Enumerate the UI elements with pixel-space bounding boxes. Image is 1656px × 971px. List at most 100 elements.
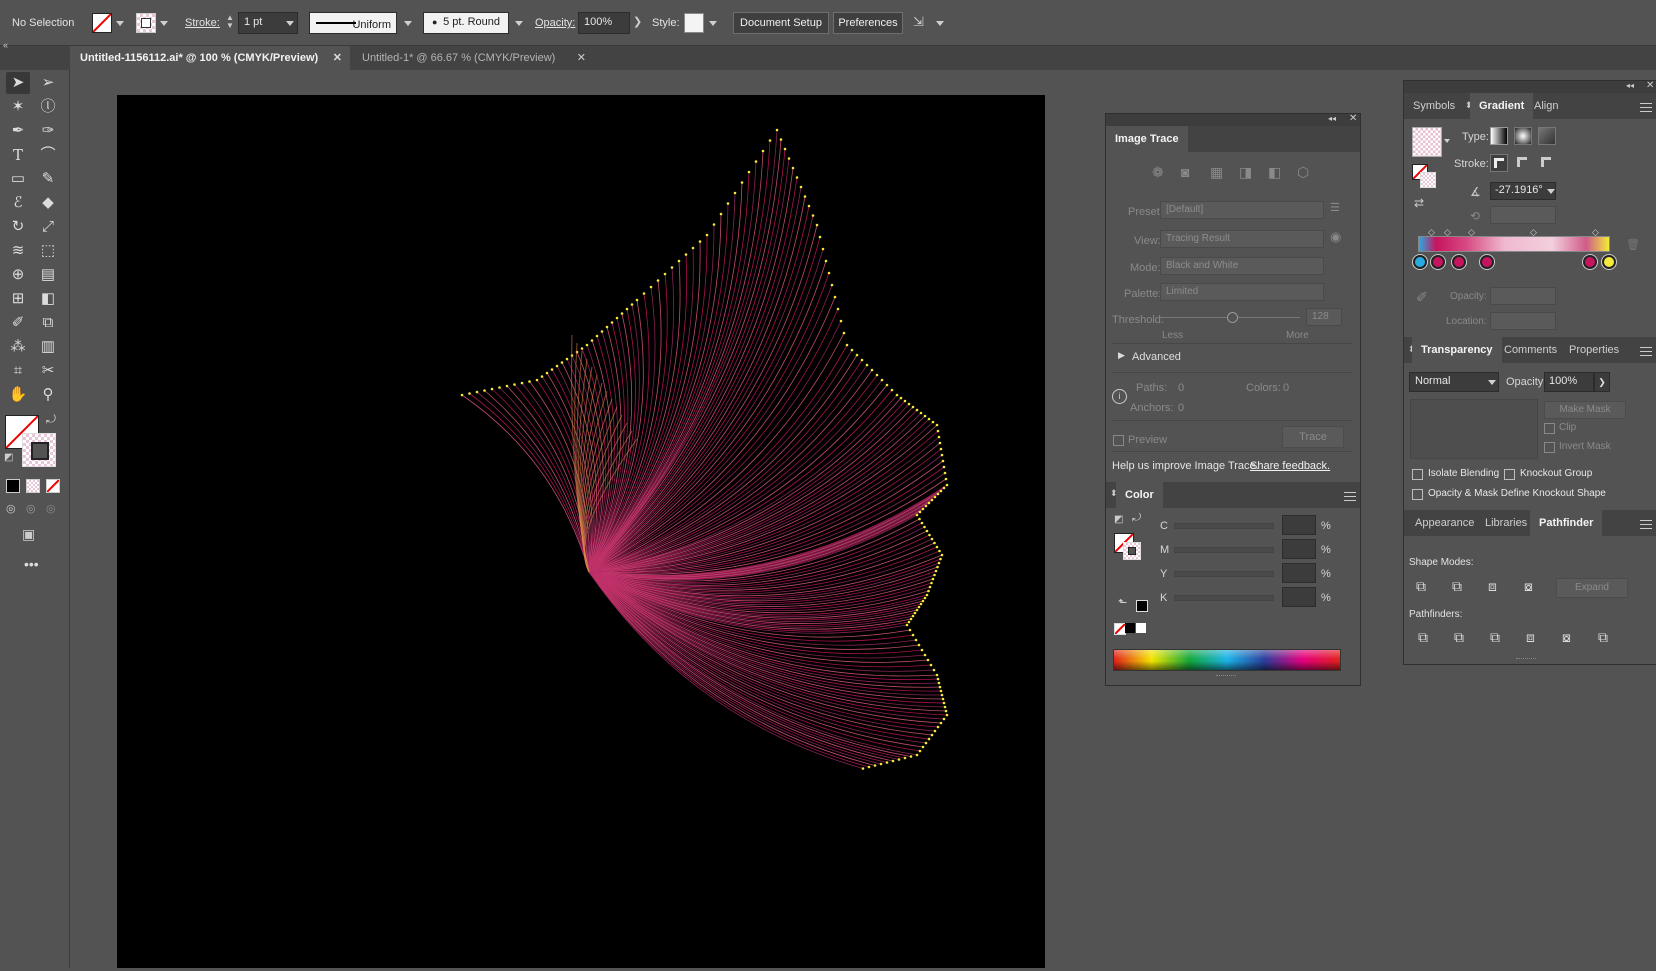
stroke-swatch[interactable] — [136, 13, 156, 33]
high-color-icon[interactable]: ◙ — [1181, 164, 1189, 180]
eraser-icon[interactable]: ◆ — [36, 192, 60, 214]
line-tool-icon[interactable]: ⌒ — [36, 144, 60, 166]
resize-grip[interactable] — [1216, 675, 1236, 676]
gradient-preview-swatch[interactable] — [1412, 127, 1442, 157]
tab-gradient[interactable]: Gradient — [1470, 93, 1534, 119]
clip-checkbox[interactable] — [1544, 423, 1555, 434]
auto-color-icon[interactable]: ❁ — [1152, 164, 1164, 181]
stroke-across-icon[interactable] — [1538, 154, 1556, 172]
gradient-stop[interactable] — [1583, 255, 1597, 269]
chevron-down-icon[interactable] — [936, 21, 944, 26]
advanced-label[interactable]: Advanced — [1132, 351, 1181, 363]
m-input[interactable] — [1282, 539, 1316, 559]
stroke-along-icon[interactable] — [1514, 154, 1532, 172]
share-feedback-link[interactable]: Share feedback. — [1250, 460, 1330, 472]
color-spectrum[interactable] — [1113, 649, 1341, 671]
symbol-sprayer-icon[interactable]: ⁂ — [6, 336, 30, 358]
isolate-blending-checkbox[interactable] — [1412, 469, 1423, 480]
midpoint-icon[interactable]: ◇ — [1444, 227, 1451, 238]
eyedropper-icon[interactable]: ✐ — [6, 312, 30, 334]
m-slider[interactable] — [1174, 547, 1274, 553]
outline-icon[interactable]: ⧇ — [1562, 629, 1571, 646]
panel-menu-icon[interactable] — [1640, 520, 1652, 529]
artboard-canvas[interactable] — [117, 95, 1045, 968]
location-input[interactable] — [1490, 312, 1556, 330]
low-color-icon[interactable]: ▦ — [1210, 164, 1223, 181]
tab-transparency[interactable]: Transparency — [1412, 337, 1502, 363]
chevron-down-icon[interactable] — [515, 21, 523, 26]
free-transform-icon[interactable]: ⬚ — [36, 240, 60, 262]
knockout-group-checkbox[interactable] — [1504, 469, 1515, 480]
view-select[interactable]: Tracing Result — [1160, 230, 1324, 248]
crop-icon[interactable]: ⧈ — [1526, 629, 1535, 646]
direct-selection-tool-icon[interactable]: ➢ — [36, 72, 60, 94]
unite-icon[interactable]: ⧉ — [1416, 578, 1426, 595]
collapse-panel-icon[interactable]: ◂◂ — [1626, 81, 1634, 90]
column-graph-icon[interactable]: ▥ — [36, 336, 60, 358]
default-colors-icon[interactable]: ◩ — [1114, 514, 1123, 525]
white-quick-swatch[interactable] — [1136, 623, 1146, 633]
color-stroke-swatch[interactable] — [1123, 542, 1141, 560]
chevron-down-icon[interactable] — [1444, 139, 1450, 143]
midpoint-icon[interactable]: ◇ — [1428, 227, 1435, 238]
trace-button[interactable]: Trace — [1282, 426, 1344, 448]
outline-icon[interactable]: ⬡ — [1297, 164, 1309, 181]
expand-button[interactable]: Expand — [1556, 578, 1628, 598]
lasso-icon[interactable]: ⓛ — [36, 96, 60, 118]
intersect-icon[interactable]: ⧈ — [1488, 578, 1497, 595]
document-setup-button[interactable]: Document Setup — [733, 12, 829, 34]
chevron-down-icon[interactable] — [1488, 380, 1496, 385]
threshold-value[interactable]: 128 — [1306, 308, 1342, 326]
tab-libraries[interactable]: Libraries — [1476, 510, 1536, 536]
magic-wand-icon[interactable]: ✶ — [6, 96, 30, 118]
close-icon[interactable]: ✕ — [577, 46, 586, 70]
merge-icon[interactable]: ⧉ — [1490, 629, 1500, 646]
trim-icon[interactable]: ⧉ — [1454, 629, 1464, 646]
swap-fill-stroke-icon[interactable]: ⤾ — [46, 412, 56, 427]
close-icon[interactable]: ✕ — [1349, 113, 1357, 124]
scale-tool-icon[interactable]: ⤢ — [36, 216, 60, 238]
invert-mask-checkbox[interactable] — [1544, 442, 1555, 453]
chevron-right-icon[interactable]: ❯ — [1594, 372, 1610, 392]
tab-untitled-1[interactable]: Untitled-1* @ 66.67 % (CMYK/Preview) ✕ — [352, 46, 592, 70]
color-mode-icon[interactable] — [6, 479, 20, 493]
preferences-button[interactable]: Preferences — [833, 12, 903, 34]
black-white-icon[interactable]: ◧ — [1268, 164, 1281, 181]
tab-image-trace[interactable]: Image Trace — [1106, 126, 1188, 152]
chevron-down-icon[interactable] — [116, 21, 124, 26]
rotate-tool-icon[interactable]: ↻ — [6, 216, 30, 238]
trash-icon[interactable]: 🗑 — [1626, 238, 1640, 251]
gradient-slider[interactable] — [1418, 236, 1610, 252]
slice-tool-icon[interactable]: ✂ — [36, 360, 60, 382]
black-quick-swatch[interactable] — [1125, 623, 1135, 633]
eyedropper-icon[interactable]: ✐ — [1416, 289, 1428, 306]
opacity-input[interactable]: 100% — [578, 12, 630, 34]
artboard-tool-icon[interactable]: ⌗ — [6, 360, 30, 382]
opacity-mask-knockout-checkbox[interactable] — [1412, 489, 1423, 500]
resize-grip[interactable] — [1516, 658, 1536, 659]
collapse-panel-icon[interactable]: ◂◂ — [1328, 114, 1336, 123]
draw-normal-icon[interactable]: ◎ — [6, 502, 16, 515]
c-slider[interactable] — [1174, 523, 1274, 529]
make-mask-button[interactable]: Make Mask — [1544, 401, 1626, 419]
stroke-proxy[interactable] — [22, 433, 56, 467]
midpoint-icon[interactable]: ◇ — [1530, 227, 1537, 238]
arrange-documents-icon[interactable]: ⇲ — [913, 14, 924, 30]
threshold-thumb[interactable] — [1227, 312, 1238, 323]
draw-behind-icon[interactable]: ◎ — [26, 502, 36, 515]
chevron-right-icon[interactable]: ❯ — [633, 15, 642, 28]
preview-checkbox[interactable] — [1113, 435, 1124, 446]
draw-inside-icon[interactable]: ◎ — [46, 502, 56, 515]
y-slider[interactable] — [1174, 571, 1274, 577]
pen-tool-icon[interactable]: ✒ — [6, 120, 30, 142]
brush-definition[interactable]: ● 5 pt. Round — [423, 12, 509, 34]
tab-properties[interactable]: Properties — [1560, 337, 1628, 363]
mesh-tool-icon[interactable]: ⊞ — [6, 288, 30, 310]
perspective-grid-icon[interactable]: ▤ — [36, 264, 60, 286]
edit-toolbar-icon[interactable]: ••• — [24, 556, 39, 572]
panel-menu-icon[interactable] — [1640, 347, 1652, 356]
gradient-tool-icon[interactable]: ◧ — [36, 288, 60, 310]
out-of-gamut-icon[interactable]: ⬑ — [1118, 596, 1127, 609]
tab-untitled-1156112[interactable]: Untitled-1156112.ai* @ 100 % (CMYK/Previ… — [70, 46, 350, 70]
fill-swatch[interactable] — [92, 13, 112, 33]
